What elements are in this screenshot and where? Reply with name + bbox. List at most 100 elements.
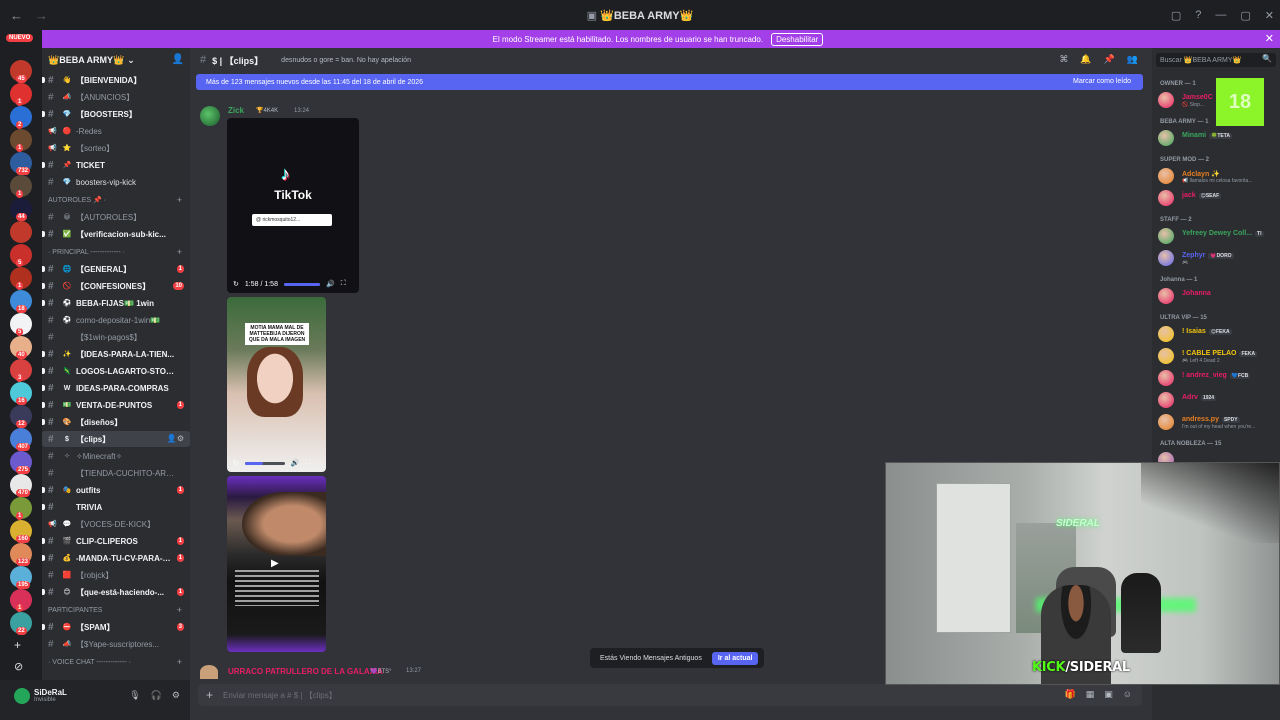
maximize-icon[interactable]: ▢ xyxy=(1240,9,1250,22)
channel-item[interactable]: # 🎬 CLIP-CLIPEROS 1 xyxy=(42,533,190,549)
member-list-icon[interactable]: 👥 xyxy=(1127,54,1138,65)
volume-icon[interactable]: 🔊 xyxy=(326,280,335,288)
gif-icon[interactable]: ▦ xyxy=(1086,689,1095,700)
video-attachment[interactable]: MOTIA MAMA MAL DE MATTEEBIJA DIJERON QUE… xyxy=(227,297,326,472)
channel-category[interactable]: · VOICE CHAT ------------- · + xyxy=(42,655,190,669)
member-item[interactable]: andress.py SPDY I'm out of my head when yo… xyxy=(1158,413,1280,431)
disable-streamer-button[interactable]: Deshabilitar xyxy=(771,32,824,46)
channel-item[interactable]: # ⚽ BEBA-FIJAS💵 1win xyxy=(42,295,190,311)
member-item[interactable]: Zephyr 💗DORO 🎮 xyxy=(1158,249,1280,267)
close-window-icon[interactable]: ✕ xyxy=(1265,9,1274,22)
close-banner-icon[interactable]: ✕ xyxy=(1265,32,1274,45)
video-progress[interactable] xyxy=(244,461,285,465)
channel-item[interactable]: 📢 ⭐ 【sorteo】 xyxy=(42,140,190,156)
add-channel-icon[interactable]: + xyxy=(177,195,182,205)
channel-item[interactable]: # 👋 【BIENVENIDA】 xyxy=(42,72,190,88)
replay-icon[interactable]: ↻ xyxy=(233,459,239,467)
channel-item[interactable]: # ⚽ como-depositar-1win💵 xyxy=(42,312,190,328)
volume-icon[interactable]: 🔊 xyxy=(291,459,300,467)
microphone-icon[interactable]: 🎙 xyxy=(129,690,140,701)
notification-bell-icon[interactable]: 🔔 xyxy=(1080,54,1091,65)
channel-category[interactable]: AUTOROLES 📌 · + xyxy=(42,193,190,207)
add-channel-icon[interactable]: + xyxy=(177,247,182,257)
new-messages-bar[interactable]: Más de 123 mensajes nuevos desde las 11:… xyxy=(196,74,1143,90)
replay-icon[interactable]: ↻ xyxy=(233,280,239,288)
video-attachment[interactable]: ▶ xyxy=(227,476,326,652)
forward-arrow-icon[interactable]: → xyxy=(35,8,48,23)
discover-servers-icon[interactable]: ⊘ xyxy=(14,660,23,673)
channel-item[interactable]: # 📣 【ANUNCIOS】 xyxy=(42,89,190,105)
member-item[interactable]: ! andrez_vieg 💙FCB xyxy=(1158,369,1280,387)
mark-as-read-button[interactable]: Marcar como leído xyxy=(1073,78,1131,85)
channel-item[interactable]: # $ 【clips】 👤⚙ xyxy=(42,431,190,447)
channel-item[interactable]: 📢 🔴 -Redes xyxy=(42,123,190,139)
member-item[interactable]: Johanna xyxy=(1158,287,1280,305)
video-attachment[interactable]: ♪ TikTok @ rickmosquito12... ↻ 1:58 / 1:… xyxy=(227,118,359,293)
member-item[interactable]: ! CABLE PELAO FEKA 🎮 Left 4 Dead 2 xyxy=(1158,347,1280,365)
fullscreen-icon[interactable]: ⛶ xyxy=(341,280,346,288)
channel-item[interactable]: # 💰 -MANDA-TU-CV-PARA-MOD 1 xyxy=(42,550,190,566)
channel-item[interactable]: # 🎭 outfits 1 xyxy=(42,482,190,498)
channel-topic[interactable]: desnudos o gore = ban. No hay apelación xyxy=(281,57,411,64)
play-icon[interactable]: ▶ xyxy=(271,558,279,569)
headset-icon[interactable]: 🎧 xyxy=(151,690,162,701)
channel-item[interactable]: # 🎨 【diseños】 xyxy=(42,414,190,430)
channel-item[interactable]: # ✨ 【IDEAS-PARA-LA-TIEN... xyxy=(42,346,190,362)
threads-icon[interactable]: ⌘ xyxy=(1059,54,1068,65)
avatar[interactable] xyxy=(14,688,30,704)
message-input[interactable] xyxy=(223,690,924,700)
emoji-icon[interactable]: ☺ xyxy=(1123,689,1132,700)
back-arrow-icon[interactable]: ← xyxy=(10,8,23,23)
member-item[interactable]: Adrv 1924 xyxy=(1158,391,1280,409)
channel-item[interactable]: # 💎 boosters-vip-kick xyxy=(42,174,190,190)
message-author[interactable]: Zick xyxy=(228,106,244,115)
channel-item[interactable]: # 🟥 【robjck】 xyxy=(42,567,190,583)
add-attachment-icon[interactable]: + xyxy=(206,688,213,702)
channel-category[interactable]: · PRINCIPAL ------------- · + xyxy=(42,245,190,259)
help-icon[interactable]: ? xyxy=(1195,9,1201,21)
channel-item[interactable]: # ✧ ✧Minecraft✧ xyxy=(42,448,190,464)
member-item[interactable]: Minami 🍀TETA xyxy=(1158,129,1280,147)
avatar[interactable] xyxy=(200,106,220,126)
add-channel-icon[interactable]: + xyxy=(177,657,182,667)
member-item[interactable]: Adclayn ✨ 📢 llamalos mi celosa favorita..… xyxy=(1158,167,1280,185)
message-author[interactable]: URRACO PATRULLERO DE LA GALAXIA xyxy=(228,667,383,676)
minimize-icon[interactable]: — xyxy=(1215,9,1226,21)
inbox-icon[interactable]: ▢ xyxy=(1171,9,1181,22)
channel-item[interactable]: # 🦎 LOGOS-LAGARTO-STORE xyxy=(42,363,190,379)
channel-item[interactable]: # TRIVIA xyxy=(42,499,190,515)
server-header[interactable]: 👑BEBA ARMY👑 ⌄ 👤 xyxy=(42,48,190,72)
channel-item[interactable]: # ⛔ 【SPAM】 3 xyxy=(42,619,190,635)
member-item[interactable]: ! Isaias 😊FEKA xyxy=(1158,325,1280,343)
member-item[interactable]: Yefreey Dewey Coll... TI xyxy=(1158,227,1280,245)
gift-icon[interactable]: 🎁 xyxy=(1065,689,1076,700)
channel-item[interactable]: # 💎 【BOOSTERS】 xyxy=(42,106,190,122)
jump-to-present-button[interactable]: Ir al actual xyxy=(711,651,759,665)
add-channel-icon[interactable]: + xyxy=(177,605,182,615)
new-servers-pill[interactable]: NUEVO xyxy=(6,34,34,42)
channel-item[interactable]: 📢 💬 【VOCES-DE-KICK】 xyxy=(42,516,190,532)
server-icon[interactable] xyxy=(10,221,32,243)
sticker-icon[interactable]: ▣ xyxy=(1104,689,1113,700)
channel-item[interactable]: # 📌 TICKET xyxy=(42,157,190,173)
channel-item[interactable]: # 💵 VENTA-DE-PUNTOS 1 xyxy=(42,397,190,413)
search-input[interactable]: Buscar 👑BEBA ARMY👑 🔍 xyxy=(1156,53,1276,67)
channel-item[interactable]: # 😀 【AUTOROLES】 xyxy=(42,209,190,225)
fullscreen-icon[interactable]: ⛶ xyxy=(306,459,311,467)
pin-icon[interactable]: 📌 xyxy=(1104,54,1115,65)
invite-people-icon[interactable]: 👤 xyxy=(172,54,184,65)
add-server-icon[interactable]: + xyxy=(14,638,21,652)
channel-item[interactable]: # 📣 【$Yape-suscriptores... xyxy=(42,636,190,652)
channel-settings-icon[interactable]: 👤⚙ xyxy=(167,434,184,443)
channel-item[interactable]: # ✅ 【verificacion-sub-kic... xyxy=(42,226,190,242)
channel-item[interactable]: # 【$1win-pagos$】 xyxy=(42,329,190,345)
channel-item[interactable]: # W IDEAS-PARA-COMPRAS xyxy=(42,380,190,396)
channel-item[interactable]: # 🚫 【CONFESIONES】 10 xyxy=(42,278,190,294)
settings-gear-icon[interactable]: ⚙ xyxy=(172,690,180,701)
avatar[interactable] xyxy=(200,665,218,679)
member-item[interactable]: jack 😊SEAF xyxy=(1158,189,1280,207)
channel-item[interactable]: # 【TIENDA-CUCHITO-ARM... xyxy=(42,465,190,481)
channel-category[interactable]: PARTICIPANTES + xyxy=(42,603,190,617)
channel-item[interactable]: # 😊 【que-está-haciendo-... 1 xyxy=(42,584,190,600)
channel-item[interactable]: # 🌐 【GENERAL】 1 xyxy=(42,261,190,277)
